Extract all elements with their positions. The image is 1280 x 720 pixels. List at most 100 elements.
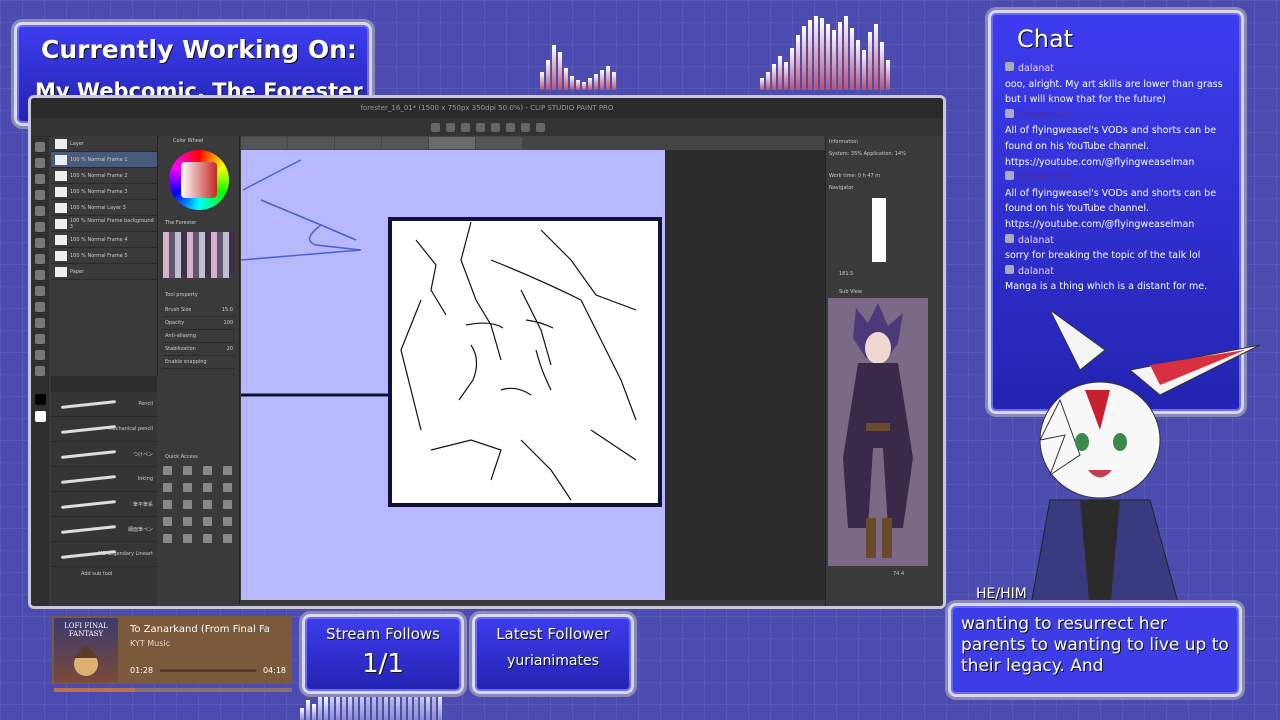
- qa-icon[interactable]: [223, 466, 232, 475]
- layer-thumbnail: [55, 186, 67, 197]
- brush-name: Inking: [137, 476, 153, 482]
- layer-row[interactable]: 100 % Normal Frame background 3: [51, 216, 157, 232]
- drawing-canvas[interactable]: [241, 150, 665, 600]
- info-label: Information: [829, 139, 858, 145]
- move-tool-icon[interactable]: [35, 158, 45, 168]
- qa-icon[interactable]: [163, 534, 172, 543]
- latest-follower-panel: Latest Follower yurianimates: [472, 614, 634, 694]
- tool-property-row[interactable]: Opacity 100: [163, 317, 235, 330]
- pen-tool-icon[interactable]: [35, 222, 45, 232]
- now-playing-widget: LOFI FINAL FANTASY To Zanarkand (From Fi…: [52, 616, 292, 684]
- fill-tool-icon[interactable]: [35, 302, 45, 312]
- document-tab[interactable]: [335, 137, 381, 149]
- undo-icon[interactable]: [431, 122, 440, 132]
- qa-icon[interactable]: [163, 517, 172, 526]
- chat-message-text: All of flyingweasel's VODs and shorts ca…: [1005, 125, 1217, 168]
- chat-message-text: sorry for breaking the topic of the talk…: [1005, 250, 1201, 262]
- brush-item[interactable]: Pencil: [51, 392, 157, 417]
- subview-reference-image[interactable]: [828, 298, 928, 566]
- qa-icon[interactable]: [183, 466, 192, 475]
- layer-row[interactable]: 100 % Normal Frame 4: [51, 232, 157, 248]
- qa-icon[interactable]: [203, 517, 212, 526]
- document-tab[interactable]: [288, 137, 334, 149]
- navigator-preview[interactable]: [872, 198, 886, 262]
- layer-row[interactable]: 100 % Normal Frame 5: [51, 248, 157, 264]
- brush-tool-icon[interactable]: [35, 254, 45, 264]
- chat-user-text: dalanat: [1018, 265, 1054, 277]
- select-tool-icon[interactable]: [35, 174, 45, 184]
- lasso-tool-icon[interactable]: [35, 190, 45, 200]
- qa-icon[interactable]: [223, 534, 232, 543]
- qa-icon[interactable]: [203, 500, 212, 509]
- document-tab[interactable]: [429, 137, 475, 149]
- layer-thumbnail: [55, 234, 67, 245]
- deselect-icon[interactable]: [506, 122, 515, 132]
- brush-item[interactable]: MB Legendary Lineart: [51, 542, 157, 567]
- layer-thumbnail: [55, 154, 67, 165]
- document-tab[interactable]: [241, 137, 287, 149]
- window-title: forester_16_01* (1500 x 750px 350dpi 50.…: [31, 98, 943, 118]
- layer-row[interactable]: 100 % Normal Frame 2: [51, 168, 157, 184]
- tool-property-row[interactable]: Brush Size 15.0: [163, 304, 235, 317]
- figure-tool-icon[interactable]: [35, 334, 45, 344]
- brush-item[interactable]: 細面筆ペン: [51, 517, 157, 542]
- layer-row[interactable]: 100 % Normal Frame 1: [51, 152, 157, 168]
- gradient-tool-icon[interactable]: [35, 318, 45, 328]
- layer-row[interactable]: Layer: [51, 136, 157, 152]
- tool-property-row[interactable]: Enable snapping: [163, 356, 235, 369]
- layer-row[interactable]: 100 % Normal Frame 3: [51, 184, 157, 200]
- layer-row[interactable]: Paper: [51, 264, 157, 280]
- qa-icon[interactable]: [203, 534, 212, 543]
- brush-item[interactable]: Mechanical pencil: [51, 417, 157, 442]
- airbrush-tool-icon[interactable]: [35, 270, 45, 280]
- caption-panel: wanting to resurrect her parents to want…: [948, 603, 1242, 697]
- brush-item[interactable]: つけペン: [51, 442, 157, 467]
- qa-icon[interactable]: [223, 517, 232, 526]
- color-set-swatches[interactable]: [163, 232, 235, 278]
- qa-icon[interactable]: [223, 500, 232, 509]
- snap-icon[interactable]: [521, 122, 530, 132]
- brush-name: つけペン: [132, 451, 153, 458]
- frame-tool-icon[interactable]: [35, 350, 45, 360]
- main-color-swatch[interactable]: [34, 394, 46, 405]
- brush-item[interactable]: 筆平筆系: [51, 492, 157, 517]
- color-wheel[interactable]: [169, 150, 229, 210]
- qa-icon[interactable]: [183, 483, 192, 492]
- tool-property-row[interactable]: Anti-aliasing: [163, 330, 235, 343]
- layer-thumbnail: [55, 218, 67, 229]
- sub-color-swatch[interactable]: [34, 411, 46, 422]
- transform-icon[interactable]: [491, 122, 500, 132]
- color-wheel-label: Color Wheel: [173, 138, 204, 144]
- document-tab[interactable]: [476, 137, 522, 149]
- add-subtool-button[interactable]: Add sub tool: [51, 567, 157, 581]
- clear-icon[interactable]: [461, 122, 470, 132]
- document-tab[interactable]: [382, 137, 428, 149]
- qa-icon[interactable]: [163, 483, 172, 492]
- zoom-tool-icon[interactable]: [35, 142, 45, 152]
- ruler-icon[interactable]: [536, 122, 545, 132]
- pencil-tool-icon[interactable]: [35, 238, 45, 248]
- chat-title: Chat: [1017, 25, 1074, 53]
- qa-icon[interactable]: [223, 483, 232, 492]
- qa-icon[interactable]: [163, 466, 172, 475]
- qa-icon[interactable]: [183, 517, 192, 526]
- redo-icon[interactable]: [446, 122, 455, 132]
- info-worktime: Work time: 0 h 47 m: [829, 173, 881, 179]
- qa-icon[interactable]: [183, 534, 192, 543]
- track-total: 04:18: [262, 666, 286, 675]
- qa-icon[interactable]: [203, 466, 212, 475]
- chat-badge-icon: [1005, 264, 1014, 274]
- layer-row[interactable]: 100 % Normal Layer 3: [51, 200, 157, 216]
- eyedropper-tool-icon[interactable]: [35, 206, 45, 216]
- save-icon[interactable]: [476, 122, 485, 132]
- text-tool-icon[interactable]: [35, 366, 45, 376]
- tool-property-row[interactable]: Stabilization 20: [163, 343, 235, 356]
- eraser-tool-icon[interactable]: [35, 286, 45, 296]
- qa-icon[interactable]: [203, 483, 212, 492]
- brush-name: 細面筆ペン: [127, 526, 153, 533]
- qa-icon[interactable]: [183, 500, 192, 509]
- caption-text: wanting to resurrect her parents to want…: [961, 614, 1229, 676]
- qa-icon[interactable]: [163, 500, 172, 509]
- brush-name: MB Legendary Lineart: [98, 551, 153, 557]
- brush-item[interactable]: Inking: [51, 467, 157, 492]
